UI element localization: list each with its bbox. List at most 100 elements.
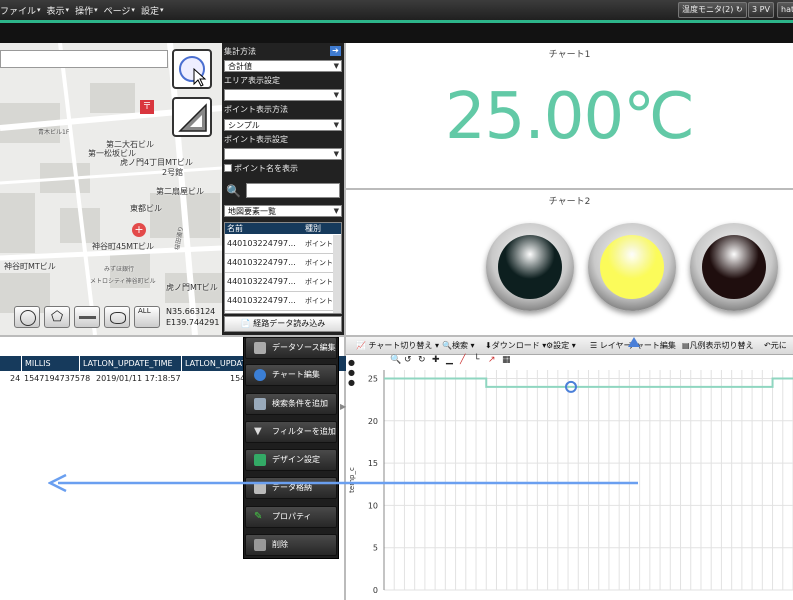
eraser-button[interactable]	[104, 306, 130, 328]
reload-icon: ↻	[735, 5, 743, 14]
col-update-time[interactable]: LATLON_UPDATE_TIME	[80, 356, 182, 371]
menu-item-chart-edit[interactable]: チャート編集	[245, 364, 337, 386]
user-button[interactable]: hat	[777, 2, 793, 18]
side-control-icon[interactable]: ●	[348, 358, 355, 367]
menu-view[interactable]: 表示	[47, 4, 70, 17]
list-item[interactable]: 440103224797... ポイント	[225, 255, 333, 273]
chart-settings-button[interactable]: ⚙設定 ▾	[546, 337, 576, 355]
grid-icon[interactable]: ▦	[502, 355, 511, 365]
download-label: ダウンロード	[491, 341, 540, 350]
menu-item-label: データソース編集	[272, 343, 336, 352]
map-search-input[interactable]	[0, 50, 168, 68]
zoom-in-icon[interactable]: 🔍	[390, 355, 401, 365]
drag-arrow-icon	[48, 473, 638, 493]
hospital-icon: +	[132, 223, 146, 237]
side-control-icon[interactable]: ●	[348, 378, 355, 387]
poi-type: ポイント	[305, 259, 333, 267]
chart-search-icon: 🔍	[442, 341, 452, 350]
map-label: 2号館	[162, 168, 184, 177]
menu-item-label: デザイン設定	[272, 455, 320, 464]
map-label: 青木ビル1F	[38, 129, 70, 136]
download-button[interactable]: ⬇ダウンロード ▾	[485, 337, 546, 355]
zoom-out-icon[interactable]: ↺	[404, 355, 412, 365]
poi-name: 440103224797...	[227, 258, 296, 267]
menu-page[interactable]: ページ	[104, 4, 135, 17]
map-label: 第二扇屋ビル	[156, 187, 204, 196]
y-tick-label: 20	[368, 417, 378, 426]
search-condition-icon	[254, 398, 266, 410]
monitor-button[interactable]: 温度モニタ(2) ↻	[678, 2, 747, 18]
legend-icon: ▤	[682, 341, 690, 350]
select-all-label: ALL	[138, 307, 151, 315]
select-all-button[interactable]: ALL	[134, 306, 160, 328]
settings-label: 設定	[553, 341, 570, 350]
post-office-icon: 〒	[140, 100, 154, 114]
reset-zoom-icon[interactable]: ↻	[418, 355, 426, 365]
y-tick-label: 15	[368, 459, 378, 468]
temperature-value: 25.00℃	[444, 80, 695, 154]
monitor-label: 温度モニタ(2)	[682, 5, 734, 14]
ruler-icon	[178, 103, 207, 132]
menu-item-design[interactable]: デザイン設定	[245, 449, 337, 471]
menu-item-delete[interactable]: 削除	[245, 534, 337, 556]
map-label: 神谷町45MTビル	[92, 242, 154, 251]
trend-icon[interactable]: ↗	[488, 355, 496, 365]
list-item[interactable]: 440103224797... ポイント	[225, 236, 333, 254]
signal-lamp-1	[486, 223, 574, 311]
point-method-select[interactable]: シンプル	[224, 119, 342, 131]
list-item[interactable]: 440103224797... ポイント	[225, 293, 333, 311]
list-item[interactable]: 440103224797... ポイント	[225, 274, 333, 292]
menu-item-properties[interactable]: ✎ プロパティ	[245, 506, 337, 528]
undo-icon: ↶	[764, 341, 771, 350]
map-label: 虎ノ門MTビル	[166, 283, 218, 292]
pv-button[interactable]: 3 PV	[748, 2, 774, 18]
show-names-label: ポイント名を表示	[234, 164, 298, 173]
draw-circle-button[interactable]	[14, 306, 40, 328]
side-control-icon[interactable]: ●	[348, 368, 355, 377]
menu-item-datasource-edit[interactable]: データソース編集	[245, 337, 337, 359]
legend-toggle-button[interactable]: ▤凡例表示切り替え	[682, 337, 754, 355]
undo-label: 元に	[770, 341, 787, 350]
menu-item-add-search[interactable]: 検索条件を追加	[245, 393, 337, 415]
bar-chart-icon[interactable]: ▁	[446, 355, 453, 365]
crosshair-icon[interactable]: ✚	[432, 355, 440, 365]
menu-file[interactable]: ファイル	[0, 4, 41, 17]
menu-item-label: チャート編集	[272, 370, 320, 379]
layer-button[interactable]: ☰ レイヤー	[590, 337, 631, 355]
aggregation-select[interactable]: 合計値	[224, 60, 342, 72]
poi-list-scrollbar[interactable]	[333, 235, 341, 313]
col-index[interactable]	[0, 356, 22, 371]
draw-line-button[interactable]	[74, 306, 100, 328]
area-display-select[interactable]	[224, 89, 342, 101]
undo-button[interactable]: ↶元に	[764, 337, 787, 355]
filter-icon: ▼	[254, 426, 262, 437]
menu-operation[interactable]: 操作	[75, 4, 98, 17]
point-search-input[interactable]	[246, 183, 340, 198]
line-chart-icon[interactable]: ╱	[460, 355, 465, 365]
menu-item-label: フィルターを追加	[272, 427, 336, 436]
measure-tool-button[interactable]	[172, 97, 212, 137]
poi-type: ポイント	[305, 240, 333, 248]
point-setting-select[interactable]	[224, 148, 342, 160]
design-icon	[254, 454, 266, 466]
axis-icon[interactable]: └	[474, 355, 479, 365]
latitude-text: N35.663124	[166, 307, 216, 316]
menu-settings[interactable]: 設定	[141, 4, 164, 17]
col-update-time-2[interactable]: LATLON_UPDATE_TIME	[182, 356, 275, 371]
chart-switch-button[interactable]: 📈 チャート切り替え ▾	[356, 337, 439, 355]
select-tool-button[interactable]	[172, 49, 212, 89]
menu-item-add-filter[interactable]: ▼ フィルターを追加	[245, 421, 337, 443]
draw-polygon-button[interactable]: ⬠	[44, 306, 70, 328]
search-button[interactable]: 🔍検索 ▾	[442, 337, 475, 355]
signal-lamp-3	[690, 223, 778, 311]
collapse-arrow-icon[interactable]: ➔	[330, 46, 341, 56]
poi-type: ポイント	[305, 297, 333, 305]
col-millis[interactable]: MILLIS	[22, 356, 80, 371]
menu-item-label: 削除	[272, 540, 288, 549]
poi-name: 440103224797...	[227, 239, 296, 248]
circle-select-icon	[179, 56, 207, 87]
y-tick-label: 0	[373, 586, 378, 595]
load-route-button[interactable]: 📄 経路データ読み込み	[224, 316, 342, 332]
show-names-checkbox[interactable]	[224, 164, 232, 172]
list-type-select[interactable]: 地図要素一覧	[224, 205, 342, 217]
